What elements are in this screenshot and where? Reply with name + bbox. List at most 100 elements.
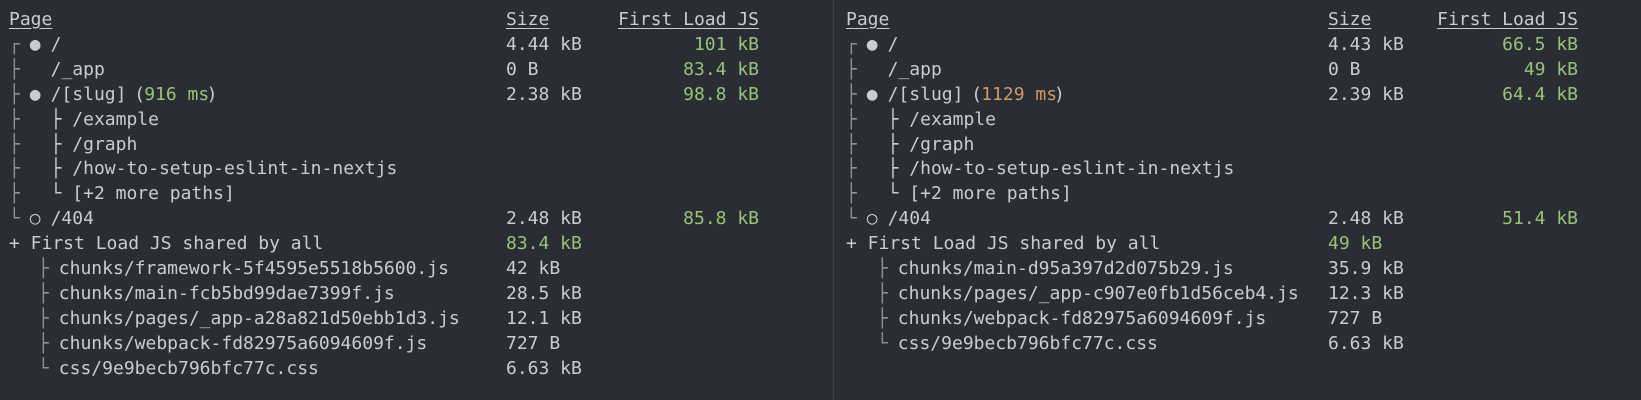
route-size: 2.48 kB <box>1328 208 1404 230</box>
timing-paren-close: ) <box>206 83 218 105</box>
chunk-file: chunks/webpack-fd82975a6094609f.js <box>897 307 1267 329</box>
chunk-row: ├ chunks/main-fcb5bd99dae7399f.js 28.5 kB <box>0 281 833 307</box>
route-row: └ ○ /404 2.48 kB 85.8 kB <box>0 206 833 232</box>
route-first-load-js: 64.4 kB <box>1502 83 1578 105</box>
table-header: Page Size First Load JS <box>0 7 833 33</box>
tree-connector: ├ <box>846 133 857 155</box>
tree-connector: ├ <box>9 108 20 130</box>
route-type-symbol: ● <box>29 83 41 105</box>
route-size: 4.43 kB <box>1328 33 1404 55</box>
route-path: /[slug] <box>887 83 964 105</box>
chunk-size: 6.63 kB <box>506 357 582 379</box>
route-path: /_app <box>50 58 105 80</box>
tree-connector: ├ <box>877 307 888 329</box>
tree-connector: ┌ <box>846 33 857 55</box>
route-size: 4.44 kB <box>506 33 582 55</box>
build-output-right-pane: Page Size First Load JS ┌ ●/4.43 kB 66.5 kB ├ … <box>834 0 1641 400</box>
route-path: /404 <box>887 208 931 230</box>
timing-paren-close: ) <box>1054 83 1065 105</box>
shared-js-row: + First Load JS shared by all 83.4 kB <box>0 231 833 257</box>
tree-connector: ┌ <box>9 33 20 55</box>
tree-connector: └ <box>38 357 49 379</box>
tree-connector: ├ <box>846 58 857 80</box>
tree-connector: ├ <box>877 282 888 304</box>
shared-js-size: 49 kB <box>1328 233 1383 255</box>
tree-connector: ├ <box>38 282 49 304</box>
route-size: 2.48 kB <box>506 208 582 230</box>
route-type-symbol: ○ <box>29 208 41 230</box>
chunk-size: 12.3 kB <box>1328 282 1404 304</box>
tree-connector: ├ <box>9 158 20 180</box>
chunk-size: 727 B <box>506 332 561 354</box>
shared-js-row: + First Load JS shared by all 49 kB <box>834 231 1641 257</box>
header-first-load-js: First Load JS <box>618 9 759 30</box>
header-size: Size <box>1328 9 1372 30</box>
route-row: ┌ ● / 4.44 kB 101 kB <box>0 32 833 58</box>
chunk-file: chunks/pages/_app-a28a821d50ebb1d3.js <box>58 307 460 329</box>
chunk-row: ├ chunks/main-d95a397d2d075b29.js 35.9 kB <box>834 256 1641 282</box>
route-row: └ ○ /404 2.48 kB 51.4 kB <box>834 206 1641 232</box>
chunk-size: 28.5 kB <box>506 282 582 304</box>
route-type-symbol: ● <box>29 33 41 55</box>
route-row: ├ /_app 0 B 83.4 kB <box>0 57 833 83</box>
route-path: / <box>50 33 62 55</box>
chunk-file: chunks/webpack-fd82975a6094609f.js <box>58 332 428 354</box>
route-size: 0 B <box>506 58 539 80</box>
tree-connector: ├ <box>9 58 20 80</box>
route-first-load-js: 85.8 kB <box>683 208 759 230</box>
route-path: /[slug] <box>50 83 127 105</box>
sub-path: ├ /how-to-setup-eslint-in-nextjs <box>887 158 1235 180</box>
route-row: ├ └ [+2 more paths] <box>834 181 1641 207</box>
header-first-load-js: First Load JS <box>1437 9 1578 30</box>
chunk-file: css/9e9becb796bfc77c.css <box>897 332 1158 354</box>
tree-connector: └ <box>9 208 20 230</box>
sub-path: ├ /graph <box>887 133 975 155</box>
route-row: ├ ● /[slug] (1129 ms) 2.39 kB 64.4 kB <box>834 82 1641 108</box>
build-timing: 916 ms <box>144 83 210 105</box>
chunk-size: 42 kB <box>506 258 561 279</box>
chunk-row: ├ chunks/pages/_app-c907e0fb1d56ceb4.js 12… <box>834 281 1641 307</box>
tree-connector: ├ <box>9 183 20 205</box>
route-row: ├ ├ /example <box>0 107 833 133</box>
tree-connector: ├ <box>38 332 49 354</box>
timing-paren-open: ( <box>123 83 146 105</box>
tree-connector: ├ <box>846 83 857 105</box>
chunk-size: 35.9 kB <box>1328 258 1404 279</box>
tree-connector: ├ <box>9 133 20 155</box>
route-size: 2.38 kB <box>506 83 582 105</box>
chunk-row: └ css/9e9becb796bfc77c.css 6.63 kB <box>834 331 1641 357</box>
chunk-file: chunks/main-fcb5bd99dae7399f.js <box>58 282 395 304</box>
route-type-symbol: ● <box>866 33 878 55</box>
route-type-symbol <box>30 57 41 83</box>
route-type-symbol <box>867 57 878 83</box>
header-page: Page <box>9 9 53 30</box>
sub-path: └ [+2 more paths] <box>887 183 1072 205</box>
tree-connector: ├ <box>846 183 857 205</box>
route-row: ├ /_app 0 B 49 kB <box>834 57 1641 83</box>
tree-connector: ├ <box>877 258 888 279</box>
sub-path: ├ /example <box>50 108 159 130</box>
route-type-symbol: ● <box>866 83 878 105</box>
shared-js-label: + First Load JS shared by all <box>846 233 1161 255</box>
tree-connector: ├ <box>38 258 49 279</box>
chunk-row: └ css/9e9becb796bfc77c.css 6.63 kB <box>0 356 833 382</box>
header-size: Size <box>506 9 550 30</box>
tree-connector: ├ <box>846 158 857 180</box>
tree-connector: ├ <box>846 108 857 130</box>
table-header: Page Size First Load JS <box>834 7 1641 33</box>
chunk-size: 727 B <box>1328 307 1383 329</box>
sub-path: └ [+2 more paths] <box>50 183 235 205</box>
timing-paren-open: ( <box>960 83 983 105</box>
sub-path: ├ /example <box>887 108 996 130</box>
route-row: ├ ├ /how-to-setup-eslint-in-nextjs <box>0 156 833 182</box>
route-first-load-js: 83.4 kB <box>683 58 759 80</box>
chunk-row: ├ chunks/framework-5f4595e5518b5600.js 42 … <box>0 256 833 282</box>
chunk-file: chunks/pages/_app-c907e0fb1d56ceb4.js <box>897 282 1299 304</box>
shared-js-size: 83.4 kB <box>506 233 582 255</box>
chunk-file: css/9e9becb796bfc77c.css <box>58 357 319 379</box>
route-first-load-js: 66.5 kB <box>1502 33 1578 55</box>
chunk-size: 6.63 kB <box>1328 332 1404 354</box>
build-output-left-pane: Page Size First Load JS ┌ ●/4.44 kB 101 kB ├ /… <box>0 0 834 400</box>
chunk-row: ├ chunks/webpack-fd82975a6094609f.js 727 B <box>0 331 833 357</box>
route-type-symbol: ○ <box>866 208 878 230</box>
